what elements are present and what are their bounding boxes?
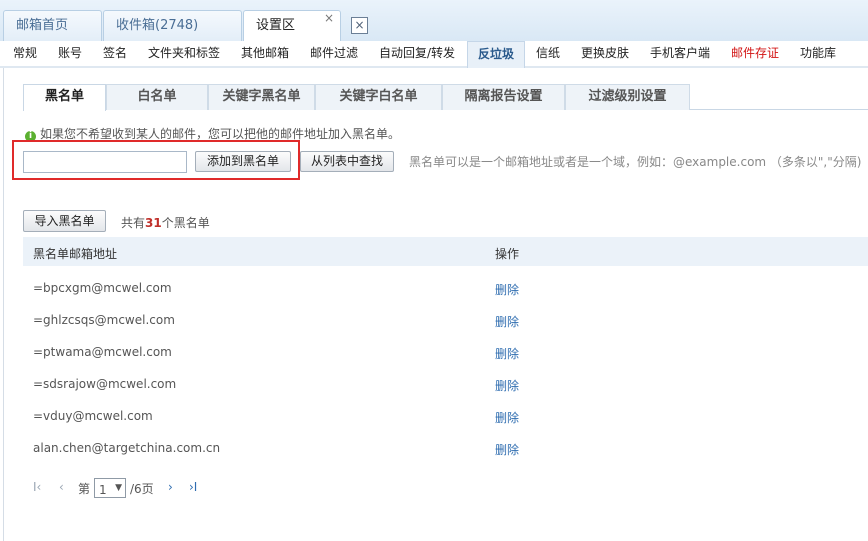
page-select-value: 1 — [99, 483, 107, 497]
pagination: I‹ ‹ 第 1 ▼ /6页 › ›I — [33, 478, 333, 498]
settings-menu: 常规 账号 签名 文件夹和标签 其他邮箱 邮件过滤 自动回复/转发 反垃圾 信纸… — [0, 41, 868, 68]
table-row: =vduy@mcwel.com 删除 — [23, 398, 868, 430]
table-row: =ptwama@mcwel.com 删除 — [23, 334, 868, 366]
add-to-blacklist-button[interactable]: 添加到黑名单 — [195, 151, 291, 172]
count-prefix: 共有 — [121, 216, 146, 230]
subtab-filter-level[interactable]: 过滤级别设置 — [565, 84, 690, 110]
row-address: =vduy@mcwel.com — [33, 409, 153, 423]
row-address: alan.chen@targetchina.com.cn — [33, 441, 221, 455]
count-suffix: 个黑名单 — [161, 216, 210, 230]
last-page-icon[interactable]: ›I — [189, 480, 197, 494]
delete-link[interactable]: 删除 — [495, 281, 519, 298]
tab-label: 收件箱(2748) — [116, 18, 199, 33]
menu-item-mobile-client[interactable]: 手机客户端 — [650, 41, 710, 66]
menu-item-antispam[interactable]: 反垃圾 — [467, 41, 525, 68]
delete-link[interactable]: 删除 — [495, 345, 519, 362]
subtab-quarantine-report[interactable]: 隔离报告设置 — [442, 84, 565, 110]
antispam-subtabs: 黑名单 白名单 关键字黑名单 关键字白名单 隔离报告设置 过滤级别设置 — [23, 84, 868, 111]
menu-item-general[interactable]: 常规 — [13, 41, 37, 66]
import-blacklist-button[interactable]: 导入黑名单 — [23, 210, 106, 232]
top-tab-bar: 邮箱首页 收件箱(2748) 设置区 × × — [0, 0, 868, 42]
content-left-border — [3, 68, 4, 541]
column-header-address: 黑名单邮箱地址 — [33, 247, 118, 261]
prev-page-icon[interactable]: ‹ — [59, 480, 64, 494]
menu-item-stationery[interactable]: 信纸 — [536, 41, 560, 66]
first-page-icon[interactable]: I‹ — [33, 480, 41, 494]
table-row: alan.chen@targetchina.com.cn 删除 — [23, 430, 868, 462]
close-tab-icon[interactable]: × — [324, 10, 334, 26]
subtab-keyword-blacklist[interactable]: 关键字黑名单 — [208, 84, 315, 110]
menu-item-account[interactable]: 账号 — [58, 41, 82, 66]
next-page-icon[interactable]: › — [168, 480, 173, 494]
tab-label: 设置区 — [256, 18, 296, 33]
blacklist-email-input[interactable] — [23, 151, 187, 173]
menu-item-mail-evidence[interactable]: 邮件存证 — [731, 41, 779, 66]
delete-link[interactable]: 删除 — [495, 441, 519, 458]
blacklist-count: 共有31个黑名单 — [121, 214, 210, 231]
table-header: 黑名单邮箱地址 操作 — [23, 237, 868, 266]
menu-item-skins[interactable]: 更换皮肤 — [581, 41, 629, 66]
close-all-tabs-icon[interactable]: × — [351, 17, 368, 34]
subtab-whitelist[interactable]: 白名单 — [106, 84, 208, 110]
page-total: /6页 — [130, 482, 154, 496]
row-address: =sdsrajow@mcwel.com — [33, 377, 177, 391]
subtab-keyword-whitelist[interactable]: 关键字白名单 — [315, 84, 442, 110]
subtab-blacklist[interactable]: 黑名单 — [23, 84, 106, 111]
count-number: 31 — [145, 216, 162, 230]
menu-item-signature[interactable]: 签名 — [103, 41, 127, 66]
table-row: =ghlzcsqs@mcwel.com 删除 — [23, 302, 868, 334]
tab-inbox[interactable]: 收件箱(2748) — [103, 10, 242, 41]
menu-item-other-mailboxes[interactable]: 其他邮箱 — [241, 41, 289, 66]
blacklist-table: 黑名单邮箱地址 操作 =bpcxgm@mcwel.com 删除 =ghlzcsq… — [23, 237, 868, 462]
menu-item-feature-library[interactable]: 功能库 — [800, 41, 836, 66]
menu-item-folders-labels[interactable]: 文件夹和标签 — [148, 41, 220, 66]
tab-mailbox-home[interactable]: 邮箱首页 — [3, 10, 102, 41]
menu-item-auto-reply[interactable]: 自动回复/转发 — [379, 41, 455, 66]
hint-text: 如果您不希望收到某人的邮件，您可以把他的邮件地址加入黑名单。 — [40, 127, 401, 141]
page-select[interactable]: 1 ▼ — [94, 478, 126, 498]
column-header-action: 操作 — [495, 247, 520, 261]
row-address: =bpcxgm@mcwel.com — [33, 281, 172, 295]
row-address: =ptwama@mcwel.com — [33, 345, 172, 359]
row-address: =ghlzcsqs@mcwel.com — [33, 313, 175, 327]
table-row: =bpcxgm@mcwel.com 删除 — [23, 270, 868, 302]
blacklist-help-text: 黑名单可以是一个邮箱地址或者是一个域，例如：@example.com （多条以"… — [409, 155, 862, 169]
delete-link[interactable]: 删除 — [495, 409, 519, 426]
find-in-list-button[interactable]: 从列表中查找 — [300, 151, 394, 172]
chevron-down-icon: ▼ — [115, 483, 122, 493]
tab-settings[interactable]: 设置区 × — [243, 10, 341, 42]
menu-item-mail-filter[interactable]: 邮件过滤 — [310, 41, 358, 66]
delete-link[interactable]: 删除 — [495, 313, 519, 330]
delete-link[interactable]: 删除 — [495, 377, 519, 394]
tab-label: 邮箱首页 — [16, 18, 69, 33]
page-prefix: 第 — [78, 482, 91, 496]
table-row: =sdsrajow@mcwel.com 删除 — [23, 366, 868, 398]
